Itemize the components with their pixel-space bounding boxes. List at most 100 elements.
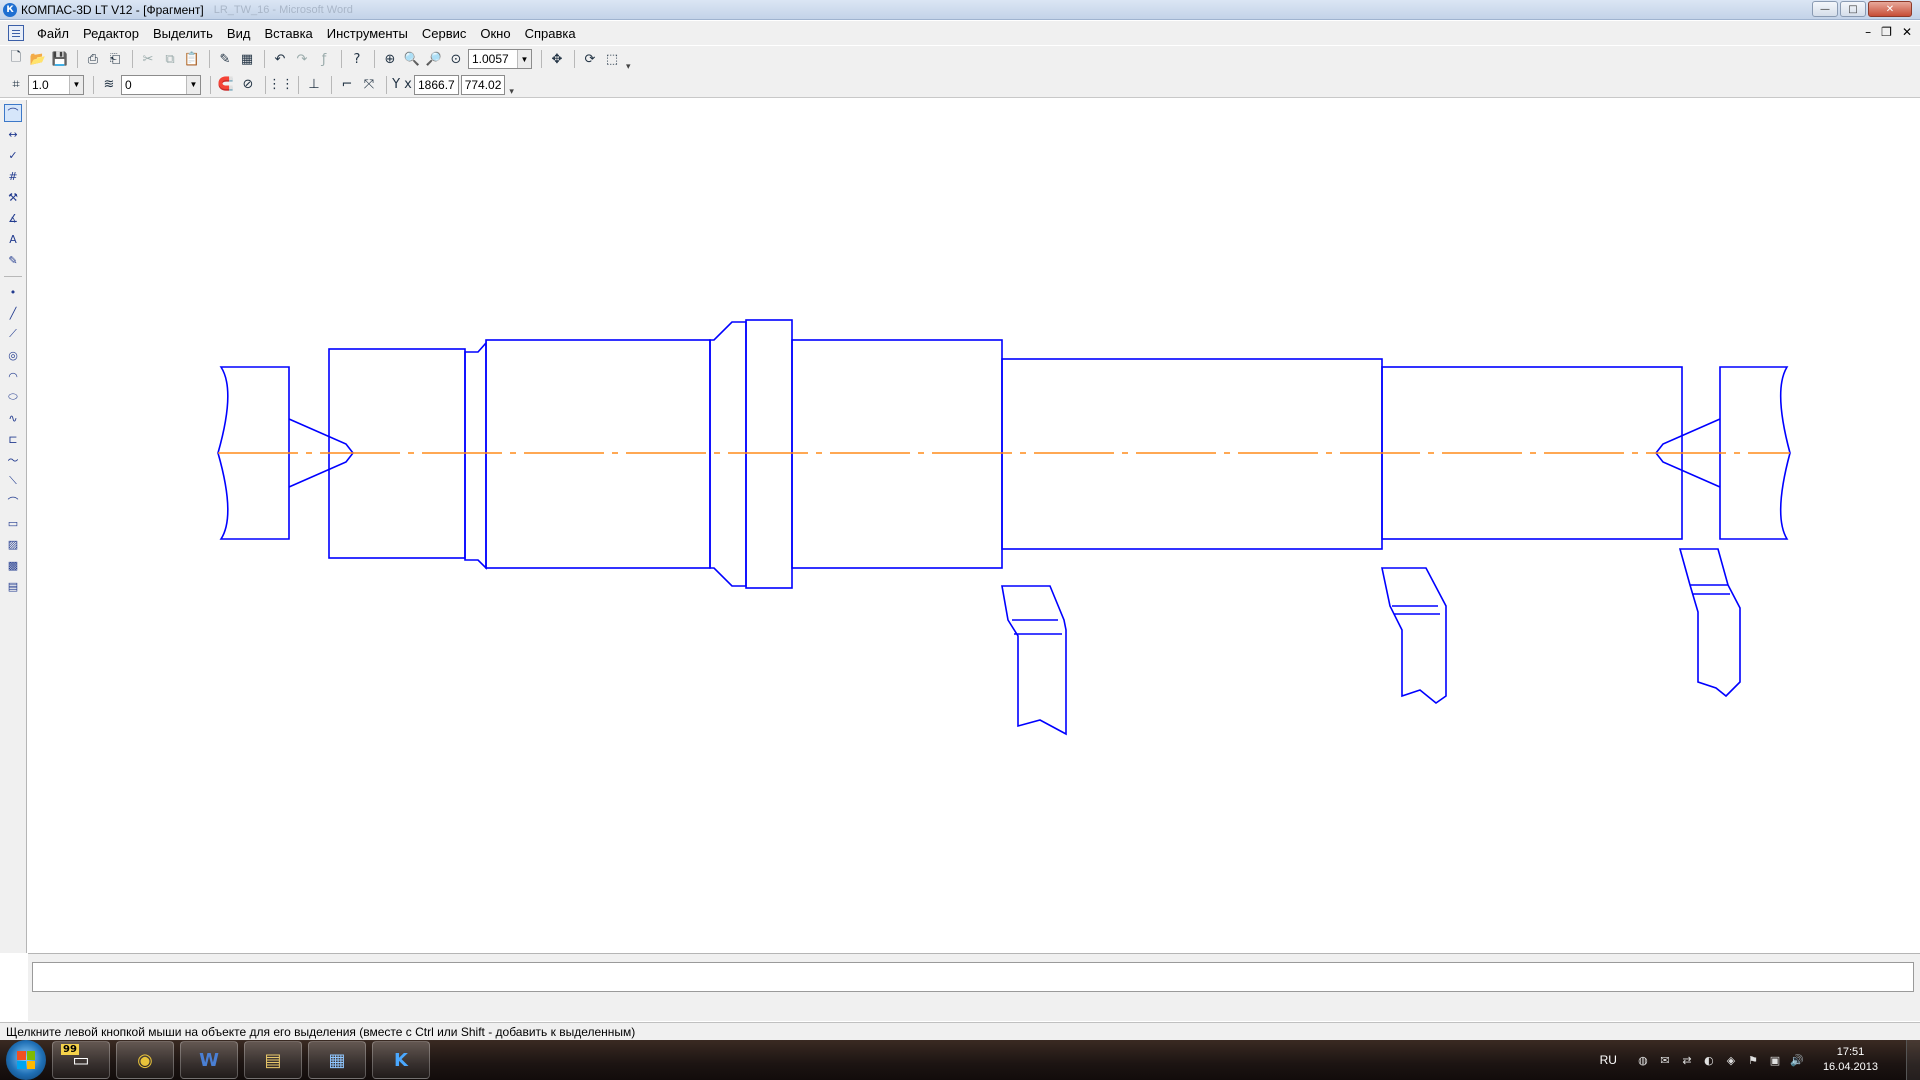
ellipse-icon[interactable]: ⬭	[4, 388, 22, 406]
edit-panel-icon[interactable]: #	[4, 167, 22, 185]
print-preview-icon[interactable]: ⎙	[83, 49, 103, 69]
sync-icon[interactable]: ⇄	[1679, 1052, 1695, 1068]
menu-help[interactable]: Справка	[518, 26, 583, 41]
circle-icon[interactable]: ◎	[4, 346, 22, 364]
fill-icon[interactable]: ▩	[4, 556, 22, 574]
paste-icon[interactable]: 📋	[182, 49, 202, 69]
taskbar-kompas[interactable]: K	[372, 1041, 430, 1079]
menu-insert[interactable]: Вставка	[257, 26, 319, 41]
menu-service[interactable]: Сервис	[415, 26, 474, 41]
layer-combo[interactable]: 0 ▼	[121, 74, 201, 95]
zoom-combo[interactable]: 1.0057 ▼	[468, 49, 532, 69]
background-window-title: LR_TW_16 - Microsoft Word	[213, 3, 353, 16]
designations-panel-icon[interactable]: ✓	[4, 146, 22, 164]
zoom-fit-icon[interactable]: ⊕	[380, 49, 400, 69]
snap-off-icon[interactable]: ⊘	[238, 75, 258, 95]
step-combo[interactable]: 1.0 ▼	[28, 74, 84, 95]
start-button[interactable]	[6, 1040, 46, 1080]
contour-icon[interactable]: ⊏	[4, 430, 22, 448]
chevron-down-icon[interactable]: ▼	[69, 75, 83, 94]
spec-panel-icon[interactable]: ✎	[4, 251, 22, 269]
grid-icon[interactable]: ⋮⋮	[268, 75, 294, 95]
collection-icon[interactable]: ▤	[4, 577, 22, 595]
flag-icon[interactable]: ⚑	[1745, 1052, 1761, 1068]
cut-icon[interactable]: ✂	[138, 49, 158, 69]
shaft-chamfer-1	[464, 340, 487, 570]
copy-icon[interactable]: ⧉	[160, 49, 180, 69]
network-globe-icon[interactable]: ◍	[1635, 1052, 1651, 1068]
manager-icon[interactable]: ⬚	[602, 49, 622, 69]
round-icon[interactable]: ⤧	[359, 75, 379, 95]
menu-tools[interactable]: Инструменты	[320, 26, 415, 41]
new-document-icon[interactable]: 🗋	[6, 49, 26, 69]
property-field[interactable]	[32, 962, 1914, 992]
minimize-button[interactable]: —	[1812, 1, 1838, 17]
chamfer-icon[interactable]: ⟍	[4, 472, 22, 490]
zoom-scale-icon[interactable]: ⊙	[446, 49, 466, 69]
document-icon[interactable]	[8, 25, 24, 41]
variables-icon[interactable]: ▦	[237, 49, 257, 69]
format-brush-icon[interactable]: ✎	[215, 49, 235, 69]
show-desktop-button[interactable]	[1906, 1040, 1920, 1080]
taskbar-gallery[interactable]: ▦	[308, 1041, 366, 1079]
cursor-step-icon[interactable]: ⌗	[6, 75, 26, 95]
polyline-icon[interactable]: ∿	[4, 409, 22, 427]
doc-restore-button[interactable]: ❐	[1881, 25, 1892, 39]
coord-y-field[interactable]: 774.02	[460, 74, 506, 95]
segment-icon[interactable]: ⟋	[4, 325, 22, 343]
local-cs-icon[interactable]: ⊥	[304, 75, 324, 95]
spline-icon[interactable]: 〜	[4, 451, 22, 469]
arc-icon[interactable]: ◠	[4, 367, 22, 385]
close-button[interactable]: ✕	[1868, 1, 1912, 17]
redo-icon[interactable]: ↷	[292, 49, 312, 69]
help-pointer-icon[interactable]: ?	[347, 49, 367, 69]
taskbar-app-1[interactable]: 99 ▭	[52, 1041, 110, 1079]
refresh-view-icon[interactable]: ⟳	[580, 49, 600, 69]
maximize-button[interactable]: □	[1840, 1, 1866, 17]
taskbar-word[interactable]: W	[180, 1041, 238, 1079]
clock[interactable]: 17:51 16.04.2013	[1823, 1045, 1878, 1075]
zoom-window-icon[interactable]: 🔍	[402, 49, 422, 69]
parametrization-panel-icon[interactable]: ⚒	[4, 188, 22, 206]
menu-file[interactable]: Файл	[30, 26, 76, 41]
snap-magnet-icon[interactable]: 🧲	[216, 75, 236, 95]
menu-window[interactable]: Окно	[473, 26, 517, 41]
toolbar-grip-icon[interactable]: ▾	[626, 61, 631, 72]
fillet-icon[interactable]: ⌒	[4, 493, 22, 511]
open-folder-icon[interactable]: 📂	[28, 49, 48, 69]
menu-view[interactable]: Вид	[220, 26, 258, 41]
taskbar-chrome[interactable]: ◉	[116, 1041, 174, 1079]
nvidia-icon[interactable]: ◈	[1723, 1052, 1739, 1068]
measure-panel-icon[interactable]: ∡	[4, 209, 22, 227]
menu-select[interactable]: Выделить	[146, 26, 220, 41]
point-icon[interactable]: •	[4, 283, 22, 301]
volume-icon[interactable]: 🔊	[1789, 1052, 1805, 1068]
print-icon[interactable]: ⎗	[105, 49, 125, 69]
doc-minimize-button[interactable]: –	[1865, 25, 1871, 39]
language-indicator[interactable]: RU	[1600, 1053, 1617, 1067]
antivirus-icon[interactable]: ◐	[1701, 1052, 1717, 1068]
save-icon[interactable]: 💾	[50, 49, 70, 69]
network-icon[interactable]: ▣	[1767, 1052, 1783, 1068]
zoom-in-icon[interactable]: 🔎	[424, 49, 444, 69]
toolbar-grip-icon[interactable]: ▾	[509, 86, 514, 97]
chevron-down-icon[interactable]: ▼	[186, 75, 200, 94]
ortho-icon[interactable]: ⌐	[337, 75, 357, 95]
taskbar-explorer[interactable]: ▤	[244, 1041, 302, 1079]
coord-x-field[interactable]: 1866.7	[414, 74, 459, 95]
geometry-panel-icon[interactable]: ⌒	[4, 104, 22, 122]
pan-icon[interactable]: ✥	[547, 49, 567, 69]
mail-blocked-icon[interactable]: ✉	[1657, 1052, 1673, 1068]
hatch-icon[interactable]: ▨	[4, 535, 22, 553]
doc-close-button[interactable]: ✕	[1902, 25, 1912, 39]
drawing-area[interactable]	[28, 100, 1920, 952]
rectangle-icon[interactable]: ▭	[4, 514, 22, 532]
undo-icon[interactable]: ↶	[270, 49, 290, 69]
chevron-down-icon[interactable]: ▼	[517, 50, 531, 68]
menu-editor[interactable]: Редактор	[76, 26, 146, 41]
dimensions-panel-icon[interactable]: ↔	[4, 125, 22, 143]
function-icon[interactable]: ƒ	[314, 49, 334, 69]
layer-icon[interactable]: ≋	[99, 75, 119, 95]
aux-line-icon[interactable]: ╱	[4, 304, 22, 322]
select-panel-icon[interactable]: A	[4, 230, 22, 248]
